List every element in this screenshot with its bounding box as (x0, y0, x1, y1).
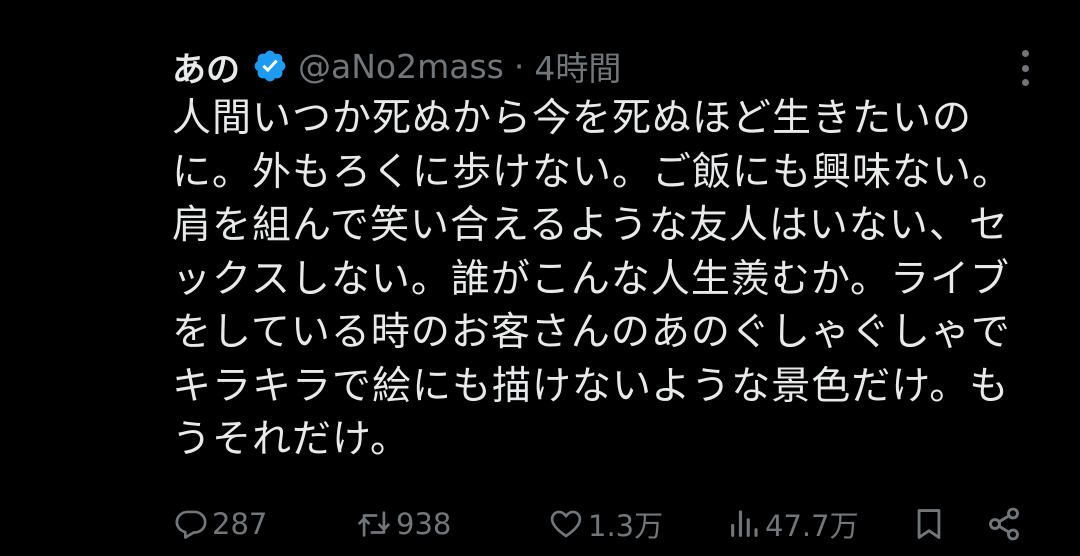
tweet-text-line: キラキラで絵にも描けないような景色だけ。も (172, 363, 1010, 409)
reply-count: 287 (212, 507, 268, 541)
tweet-text: 人間いつか死ぬから今を死ぬほど生きたいの に。外もろくに歩けない。ご飯にも興味な… (172, 92, 1052, 467)
tweet-text-line: うそれだけ。 (172, 417, 411, 462)
reply-icon (174, 507, 208, 541)
share-icon (986, 506, 1022, 542)
retweet-button[interactable]: 938 (356, 496, 451, 552)
tweet-timestamp[interactable]: 4時間 (534, 42, 621, 90)
tweet-text-line: 肩を組んで笑い合えるような友人はいない、セ (172, 203, 1009, 248)
bookmark-icon (912, 506, 946, 542)
views-button[interactable]: 47.7万 (727, 496, 859, 552)
more-options-icon[interactable] (1010, 50, 1040, 86)
views-bar-chart-icon (727, 507, 761, 541)
retweet-icon (356, 507, 392, 541)
tweet-actions-bar: 287 938 1.3万 47.7万 (0, 496, 1080, 552)
bookmark-button[interactable] (912, 496, 946, 552)
header-separator: · (513, 46, 525, 86)
like-count: 1.3万 (588, 509, 664, 543)
share-button[interactable] (986, 496, 1022, 552)
tweet-card: あの @aNo2mass · 4時間 人間いつか死ぬから今を死ぬほど生きたいの … (0, 0, 1080, 556)
tweet-text-line: 人間いつか死ぬから今を死ぬほど生きたいの (172, 96, 973, 141)
tweet-header: あの @aNo2mass · 4時間 (172, 40, 621, 92)
retweet-count: 938 (396, 507, 452, 541)
heart-icon (548, 507, 584, 541)
tweet-text-line: をしている時のお客さんのあのぐしゃぐしゃで (172, 310, 1011, 355)
like-button[interactable]: 1.3万 (548, 496, 663, 552)
views-count: 47.7万 (765, 509, 859, 543)
verified-badge-icon[interactable] (252, 48, 288, 84)
reply-button[interactable]: 287 (174, 496, 267, 552)
tweet-text-line: に。外もろくに歩けない。ご飯にも興味ない。 (172, 149, 1013, 195)
author-handle[interactable]: @aNo2mass (298, 47, 504, 86)
author-name[interactable]: あの (172, 42, 240, 91)
tweet-text-line: ックスしない。誰がこんな人生羨むか。ライブ (172, 256, 1011, 302)
